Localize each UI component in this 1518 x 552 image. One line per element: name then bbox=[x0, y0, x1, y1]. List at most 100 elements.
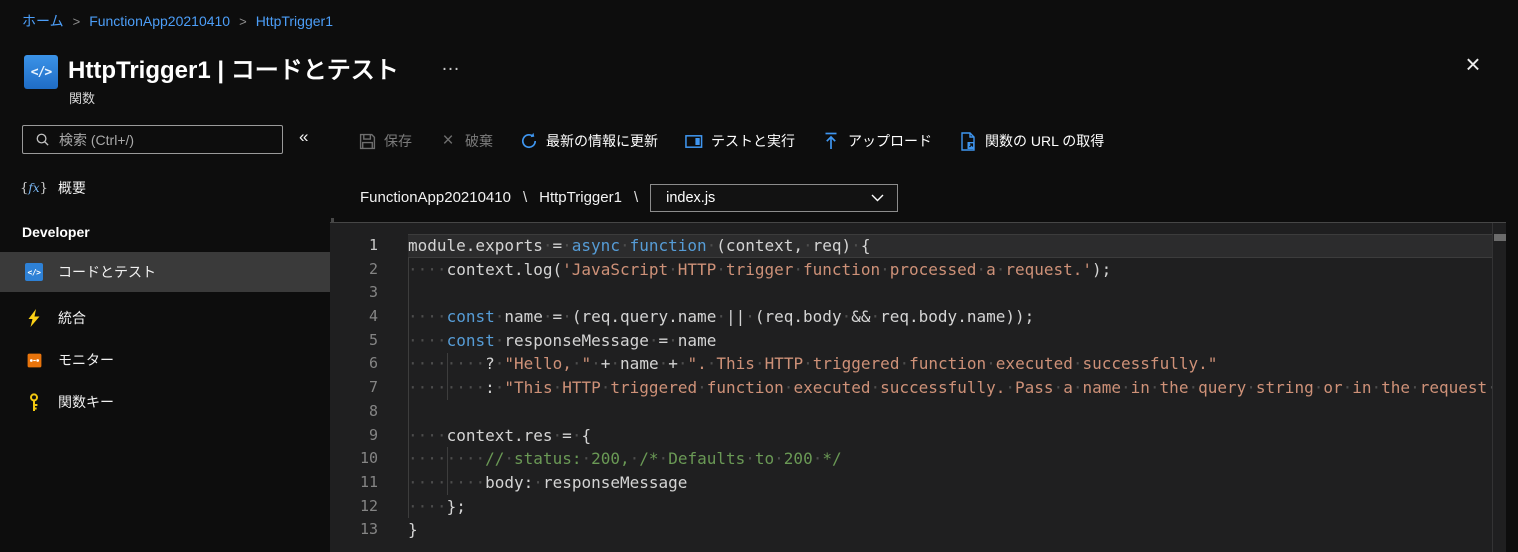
breadcrumb-separator: > bbox=[239, 14, 247, 29]
toolbar-button-discard: ×破棄 bbox=[439, 131, 493, 151]
toolbar-button-upload[interactable]: アップロード bbox=[822, 131, 932, 151]
search-input[interactable] bbox=[59, 132, 273, 148]
fx-icon: {fx} bbox=[24, 178, 44, 198]
code-line-11: 11········body:·responseMessage bbox=[330, 471, 1492, 495]
code-line-5: 5····const·responseMessage·=·name bbox=[330, 329, 1492, 353]
line-content bbox=[408, 400, 1492, 424]
search-icon bbox=[32, 130, 52, 150]
search-box bbox=[22, 125, 283, 154]
code-line-8: 8 bbox=[330, 400, 1492, 424]
sidebar-item-integration[interactable]: 統合 bbox=[0, 298, 330, 338]
sidebar-item-label: コードとテスト bbox=[58, 262, 156, 282]
breadcrumb-item-0[interactable]: ホーム bbox=[22, 11, 64, 31]
line-content: module.exports·=·async·function·(context… bbox=[408, 234, 1492, 258]
line-content: ········//·status:·200,·/*·Defaults·to·2… bbox=[408, 447, 1492, 471]
save-icon bbox=[358, 132, 376, 150]
toolbar-button-test-run[interactable]: テストと実行 bbox=[685, 131, 795, 151]
line-content: ········:·"This·HTTP·triggered·function·… bbox=[408, 376, 1492, 400]
monitor-icon bbox=[24, 350, 44, 370]
toolbar-button-label: 最新の情報に更新 bbox=[546, 131, 658, 151]
code-test-icon: </> bbox=[24, 262, 44, 282]
file-path-app: FunctionApp20210410 bbox=[360, 189, 511, 206]
line-number: 13 bbox=[330, 518, 408, 542]
file-path-separator: \ bbox=[523, 189, 527, 206]
line-number: 2 bbox=[330, 258, 408, 282]
code-line-3: 3 bbox=[330, 281, 1492, 305]
command-bar: 保存 ×破棄 最新の情報に更新 テストと実行 アップロード 関数の URL の取得 bbox=[358, 124, 1104, 158]
function-app-icon: </> bbox=[24, 55, 58, 89]
sidebar-item-code-test[interactable]: </> コードとテスト bbox=[0, 252, 330, 292]
toolbar-button-save: 保存 bbox=[358, 131, 412, 151]
toolbar-button-label: 関数の URL の取得 bbox=[985, 131, 1104, 151]
key-icon bbox=[24, 392, 44, 412]
toolbar-button-get-url[interactable]: 関数の URL の取得 bbox=[959, 131, 1104, 151]
lightning-icon bbox=[24, 308, 44, 328]
line-content: ····const·responseMessage·=·name bbox=[408, 329, 1492, 353]
sidebar-item-overview[interactable]: {fx} 概要 bbox=[0, 168, 330, 208]
chevron-down-icon bbox=[871, 189, 884, 206]
sidebar-item-monitor[interactable]: モニター bbox=[0, 340, 330, 380]
line-number: 7 bbox=[330, 376, 408, 400]
page-subtitle: 関数 bbox=[69, 88, 95, 107]
indent-guide bbox=[447, 447, 448, 494]
line-content: ····context.log('JavaScript·HTTP·trigger… bbox=[408, 258, 1492, 282]
sidebar-section-developer: Developer bbox=[22, 224, 90, 240]
code-editor[interactable]: 1module.exports·=·async·function·(contex… bbox=[330, 223, 1506, 552]
close-icon[interactable]: × bbox=[1458, 50, 1488, 80]
refresh-icon bbox=[520, 132, 538, 150]
page-title: HttpTrigger1 | コードとテスト bbox=[68, 50, 399, 85]
code-line-10: 10········//·status:·200,·/*·Defaults·to… bbox=[330, 447, 1492, 471]
indent-guide bbox=[408, 258, 409, 519]
line-number: 10 bbox=[330, 447, 408, 471]
breadcrumb: ホーム > FunctionApp20210410 > HttpTrigger1 bbox=[22, 11, 333, 31]
code-line-7: 7········:·"This·HTTP·triggered·function… bbox=[330, 376, 1492, 400]
upload-icon bbox=[822, 132, 840, 150]
line-number: 4 bbox=[330, 305, 408, 329]
file-path-function: HttpTrigger1 bbox=[539, 189, 622, 206]
code-area: 1module.exports·=·async·function·(contex… bbox=[330, 234, 1492, 542]
editor-scrollbar[interactable] bbox=[1492, 223, 1506, 552]
line-content bbox=[408, 281, 1492, 305]
line-number: 1 bbox=[330, 234, 408, 258]
file-path-bar: FunctionApp20210410 \ HttpTrigger1 \ ind… bbox=[360, 183, 898, 212]
code-line-9: 9····context.res·=·{ bbox=[330, 424, 1492, 448]
breadcrumb-item-2[interactable]: HttpTrigger1 bbox=[256, 13, 333, 29]
code-line-12: 12····}; bbox=[330, 495, 1492, 519]
code-line-6: 6········?·"Hello,·"·+·name·+·".·This·HT… bbox=[330, 352, 1492, 376]
editor-scrollbar-thumb[interactable] bbox=[1494, 234, 1506, 241]
sidebar-item-label: モニター bbox=[58, 350, 114, 370]
line-number: 8 bbox=[330, 400, 408, 424]
line-number: 6 bbox=[330, 352, 408, 376]
line-number: 11 bbox=[330, 471, 408, 495]
code-line-13: 13} bbox=[330, 518, 1492, 542]
sidebar-item-label: 概要 bbox=[58, 178, 86, 198]
file-select-value: index.js bbox=[666, 190, 715, 206]
code-line-1: 1module.exports·=·async·function·(contex… bbox=[330, 234, 1492, 258]
line-content: ········?·"Hello,·"·+·name·+·".·This·HTT… bbox=[408, 352, 1492, 376]
line-content: ····}; bbox=[408, 495, 1492, 519]
breadcrumb-item-1[interactable]: FunctionApp20210410 bbox=[89, 13, 230, 29]
get-url-icon bbox=[959, 132, 977, 150]
sidebar-item-label: 関数キー bbox=[58, 392, 114, 412]
file-select-dropdown[interactable]: index.js bbox=[650, 184, 898, 212]
file-path-separator: \ bbox=[634, 189, 638, 206]
breadcrumb-separator: > bbox=[73, 14, 81, 29]
line-number: 5 bbox=[330, 329, 408, 353]
toolbar-button-refresh[interactable]: 最新の情報に更新 bbox=[520, 131, 658, 151]
indent-guide bbox=[447, 353, 448, 400]
sidebar-item-function-keys[interactable]: 関数キー bbox=[0, 382, 330, 422]
sidebar-collapse-button[interactable]: « bbox=[299, 127, 308, 147]
sidebar: « Developer {fx} 概要 </> コードとテスト統合モニター関数キー bbox=[0, 110, 330, 552]
line-number: 12 bbox=[330, 495, 408, 519]
code-line-2: 2····context.log('JavaScript·HTTP·trigge… bbox=[330, 258, 1492, 282]
toolbar-button-label: テストと実行 bbox=[711, 131, 795, 151]
line-content: ····const·name·=·(req.query.name·||·(req… bbox=[408, 305, 1492, 329]
line-content: ····context.res·=·{ bbox=[408, 424, 1492, 448]
line-number: 9 bbox=[330, 424, 408, 448]
line-number: 3 bbox=[330, 281, 408, 305]
more-menu-button[interactable]: … bbox=[441, 54, 460, 76]
toolbar-button-label: アップロード bbox=[848, 131, 932, 151]
discard-icon: × bbox=[439, 132, 457, 150]
code-line-4: 4····const·name·=·(req.query.name·||·(re… bbox=[330, 305, 1492, 329]
line-content: ········body:·responseMessage bbox=[408, 471, 1492, 495]
